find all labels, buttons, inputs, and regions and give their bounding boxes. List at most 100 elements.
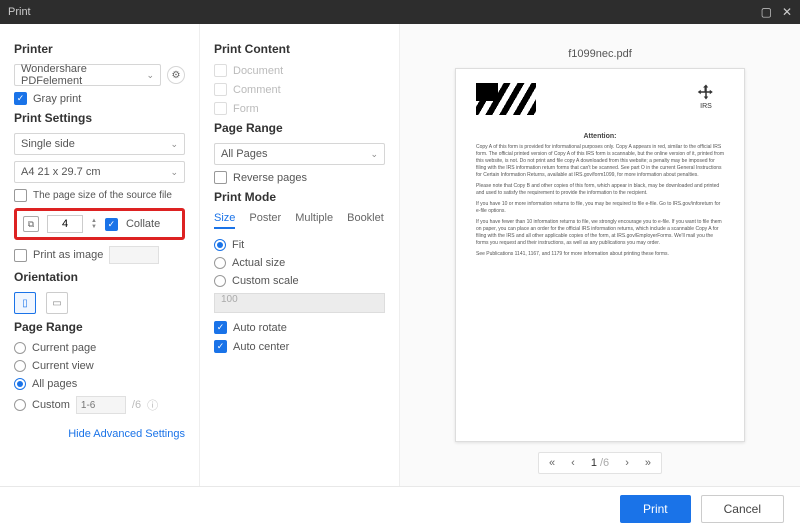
sides-value: Single side [21,138,75,150]
custom-range-suffix: /6 [132,399,141,411]
current-view-label: Current view [32,360,94,372]
actual-label: Actual size [232,257,285,269]
preview-page: IRS Attention: Copy A of this form is pr… [455,68,745,442]
print-button[interactable]: Print [620,495,691,523]
preview-p4: If you have fewer than 10 information re… [476,219,724,247]
window-controls: ▢ ✕ [761,5,792,19]
sides-select[interactable]: Single side ⌄ [14,133,185,155]
all-pages-radio[interactable] [14,378,26,390]
column-preview: f1099nec.pdf IRS Attention: Copy A of th… [400,24,800,486]
pager-next-icon[interactable]: › [625,457,629,469]
print-content-header: Print Content [214,42,385,56]
chevron-down-icon: ⌄ [170,167,178,178]
copies-input[interactable] [47,215,83,233]
page-range-header-left: Page Range [14,320,185,334]
current-view-radio[interactable] [14,360,26,372]
orientation-landscape[interactable]: ▭ [46,292,68,314]
printer-properties-button[interactable]: ⚙ [167,66,185,84]
tab-size[interactable]: Size [214,212,235,229]
custom-scale-radio[interactable] [214,275,226,287]
print-mode-tabs: Size Poster Multiple Booklet [214,212,385,229]
collate-label: Collate [126,218,160,230]
print-settings-header: Print Settings [14,111,185,125]
preview-pager: « ‹ 1 /6 › » [538,452,662,474]
preview-p2: Please note that Copy B and other copies… [476,183,724,197]
copies-highlight: ⧉ ▲▼ ✓ Collate [14,208,185,240]
tab-poster[interactable]: Poster [249,212,281,229]
page-range-value: All Pages [221,148,267,160]
custom-range-label: Custom [32,399,70,411]
info-icon[interactable]: ⓘ [147,397,158,413]
orientation-header: Orientation [14,270,185,284]
collate-checkbox[interactable]: ✓ [105,218,118,231]
attention-heading: Attention: [476,133,724,140]
custom-scale-input: 100 [214,293,385,313]
print-mode-header: Print Mode [214,190,385,204]
reverse-label: Reverse pages [233,172,307,184]
tab-booklet[interactable]: Booklet [347,212,384,229]
gray-print-label: Gray print [33,93,81,105]
reverse-checkbox[interactable] [214,171,227,184]
current-page-radio[interactable] [14,342,26,354]
all-pages-label: All pages [32,378,77,390]
auto-rotate-checkbox[interactable]: ✓ [214,321,227,334]
pager-current: 1 /6 [591,457,609,469]
titlebar: Print ▢ ✕ [0,0,800,24]
copies-icon: ⧉ [23,216,39,232]
us-flag-graphic [476,83,536,115]
custom-range-radio[interactable] [14,399,26,411]
comment-checkbox [214,83,227,96]
current-page-label: Current page [32,342,96,354]
scale-value: 100 [221,294,238,305]
form-label: Form [233,103,259,115]
printer-select-value: Wondershare PDFelement [21,63,146,87]
tab-multiple[interactable]: Multiple [295,212,333,229]
fit-radio[interactable] [214,239,226,251]
chevron-down-icon: ⌄ [170,139,178,150]
actual-radio[interactable] [214,257,226,269]
printer-select[interactable]: Wondershare PDFelement ⌄ [14,64,161,86]
pager-last-icon[interactable]: » [645,457,651,469]
copies-spinner[interactable]: ▲▼ [91,218,97,230]
page-size-source-label: The page size of the source file [33,190,172,201]
doc-checkbox [214,64,227,77]
fit-label: Fit [232,239,244,251]
form-checkbox [214,102,227,115]
auto-center-label: Auto center [233,341,289,353]
column-printer-settings: Printer Wondershare PDFelement ⌄ ⚙ ✓ Gra… [0,24,200,486]
page-size-source-checkbox[interactable] [14,189,27,202]
irs-logo: IRS [692,83,720,111]
page-range-header-mid: Page Range [214,121,385,135]
column-print-content: Print Content Document Comment Form Page… [200,24,400,486]
print-as-image-label: Print as image [33,249,103,261]
pager-first-icon[interactable]: « [549,457,555,469]
comment-label: Comment [233,84,281,96]
chevron-down-icon: ⌄ [370,149,378,160]
cancel-button[interactable]: Cancel [701,495,784,523]
maximize-icon[interactable]: ▢ [761,5,772,19]
preview-p3: If you have 10 or more information retur… [476,201,724,215]
preview-p1: Copy A of this form is provided for info… [476,144,724,179]
preview-p5: See Publications 1141, 1167, and 1179 fo… [476,251,724,258]
chevron-down-icon: ⌄ [146,70,154,81]
preview-body: Attention: Copy A of this form is provid… [476,133,724,258]
print-as-image-dpi [109,246,159,264]
hide-advanced-link[interactable]: Hide Advanced Settings [14,428,185,440]
printer-header: Printer [14,42,185,56]
close-icon[interactable]: ✕ [782,5,792,19]
dialog-footer: Print Cancel [0,486,800,531]
window-title: Print [8,6,761,18]
dialog-body: Printer Wondershare PDFelement ⌄ ⚙ ✓ Gra… [0,24,800,486]
auto-rotate-label: Auto rotate [233,322,287,334]
paper-value: A4 21 x 29.7 cm [21,166,101,178]
auto-center-checkbox[interactable]: ✓ [214,340,227,353]
paper-select[interactable]: A4 21 x 29.7 cm ⌄ [14,161,185,183]
doc-label: Document [233,65,283,77]
pager-prev-icon[interactable]: ‹ [571,457,575,469]
preview-filename: f1099nec.pdf [568,48,632,60]
print-as-image-checkbox[interactable] [14,249,27,262]
page-range-select[interactable]: All Pages ⌄ [214,143,385,165]
gray-print-checkbox[interactable]: ✓ [14,92,27,105]
custom-range-input[interactable] [76,396,126,414]
orientation-portrait[interactable]: ▯ [14,292,36,314]
